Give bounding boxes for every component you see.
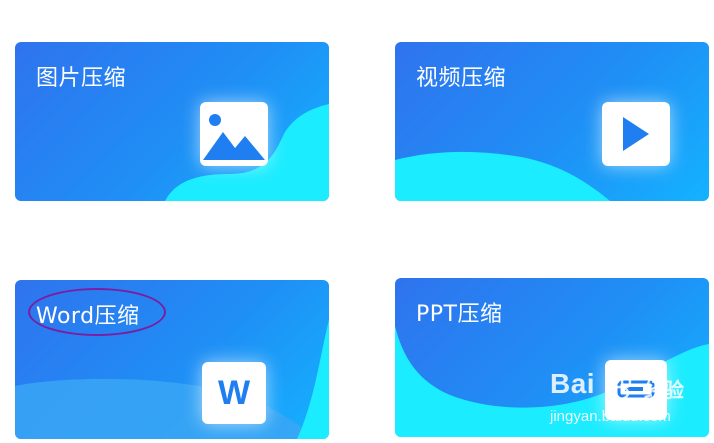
card-title: 图片压缩	[36, 66, 127, 91]
play-icon	[623, 117, 649, 151]
card-title: Word压缩	[36, 304, 140, 329]
word-compress-card[interactable]: Word压缩 W	[15, 280, 329, 439]
card-title: 视频压缩	[416, 66, 507, 91]
watermark-brand-cn: 经验	[644, 380, 684, 402]
word-icon: W	[217, 374, 251, 412]
card-title: PPT压缩	[416, 302, 503, 327]
image-compress-card[interactable]: 图片压缩	[15, 42, 329, 201]
word-icon-tile: W	[202, 362, 266, 424]
image-icon	[203, 114, 265, 160]
play-icon-tile	[602, 102, 670, 166]
image-icon-tile	[200, 102, 268, 166]
watermark-url: jingyan.baidu.com	[550, 408, 671, 425]
paw-logo-icon	[607, 370, 632, 400]
video-compress-card[interactable]: 视频压缩	[395, 42, 709, 201]
compression-tools-canvas: 图片压缩 视频压缩 Word压缩 W PPT压缩 Bai 经验 jingyan.…	[0, 0, 714, 443]
baidu-jingyan-watermark: Bai 经验 jingyan.baidu.com	[548, 368, 698, 432]
